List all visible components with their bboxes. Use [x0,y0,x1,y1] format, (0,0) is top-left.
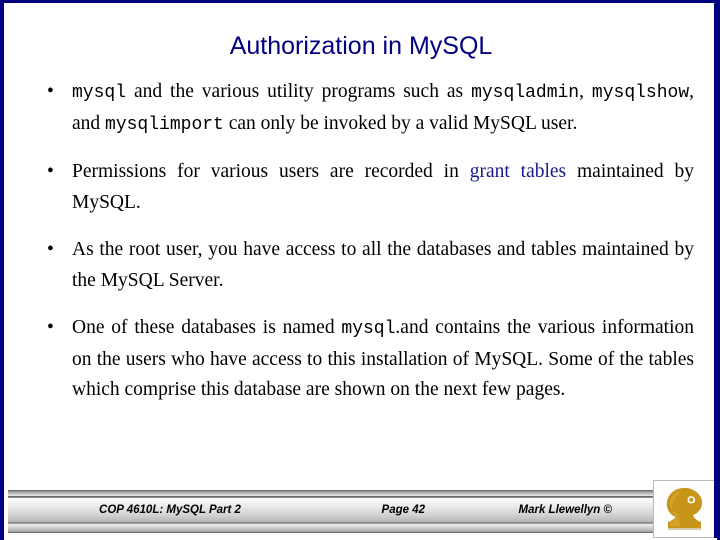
footer-author: Mark Llewellyn © [518,504,612,516]
bullet-text-mono: mysqlshow [591,83,690,103]
bullet-item: • mysql and the various utility programs… [30,77,694,140]
footer-page-number: Page 42 [381,504,426,516]
bullet-marker: • [47,81,54,102]
bullet-marker: • [47,161,54,182]
bullet-text: can only be invoked by a valid MySQL use… [223,112,578,134]
bullet-marker: • [47,239,54,260]
footer-top-strip [8,490,656,497]
bullet-text-mono: mysql [72,83,127,103]
bullet-text: Permissions for various users are record… [72,161,470,182]
bullet-text: One of these databases is named [72,317,342,338]
slide-body: • mysql and the various utility programs… [30,77,694,406]
bullet-text-mono: mysqlimport [105,114,224,135]
footer-bottom-strip [8,523,656,533]
footer-table: COP 4610L: MySQL Part 2 Page 42 Mark Lle… [8,490,656,534]
bullet-text-mono: mysqladmin [471,83,580,103]
slide: Authorization in MySQL • mysql and the v… [0,0,720,540]
bullet-item: • Permissions for various users are reco… [30,157,694,218]
bullet-text-accent: grant tables [469,161,567,182]
bullet-text: As the root user, you have access to all… [72,239,694,291]
page-title: Authorization in MySQL [229,32,493,60]
bullet-text: , [579,81,592,102]
footer-row: COP 4610L: MySQL Part 2 Page 42 Mark Lle… [8,497,656,523]
slide-right-border [714,3,717,540]
bullet-text-mono: mysql [341,319,396,339]
bullet-item: • As the root user, you have access to a… [30,235,694,296]
ucf-pegasus-logo [653,480,715,538]
bullet-marker: • [47,317,54,338]
bullet-item: • One of these databases is named mysql.… [30,313,694,406]
pegasus-icon [666,488,703,530]
footer-course: COP 4610L: MySQL Part 2 [99,504,241,516]
bullet-text: and the various utility programs such as [126,81,472,102]
